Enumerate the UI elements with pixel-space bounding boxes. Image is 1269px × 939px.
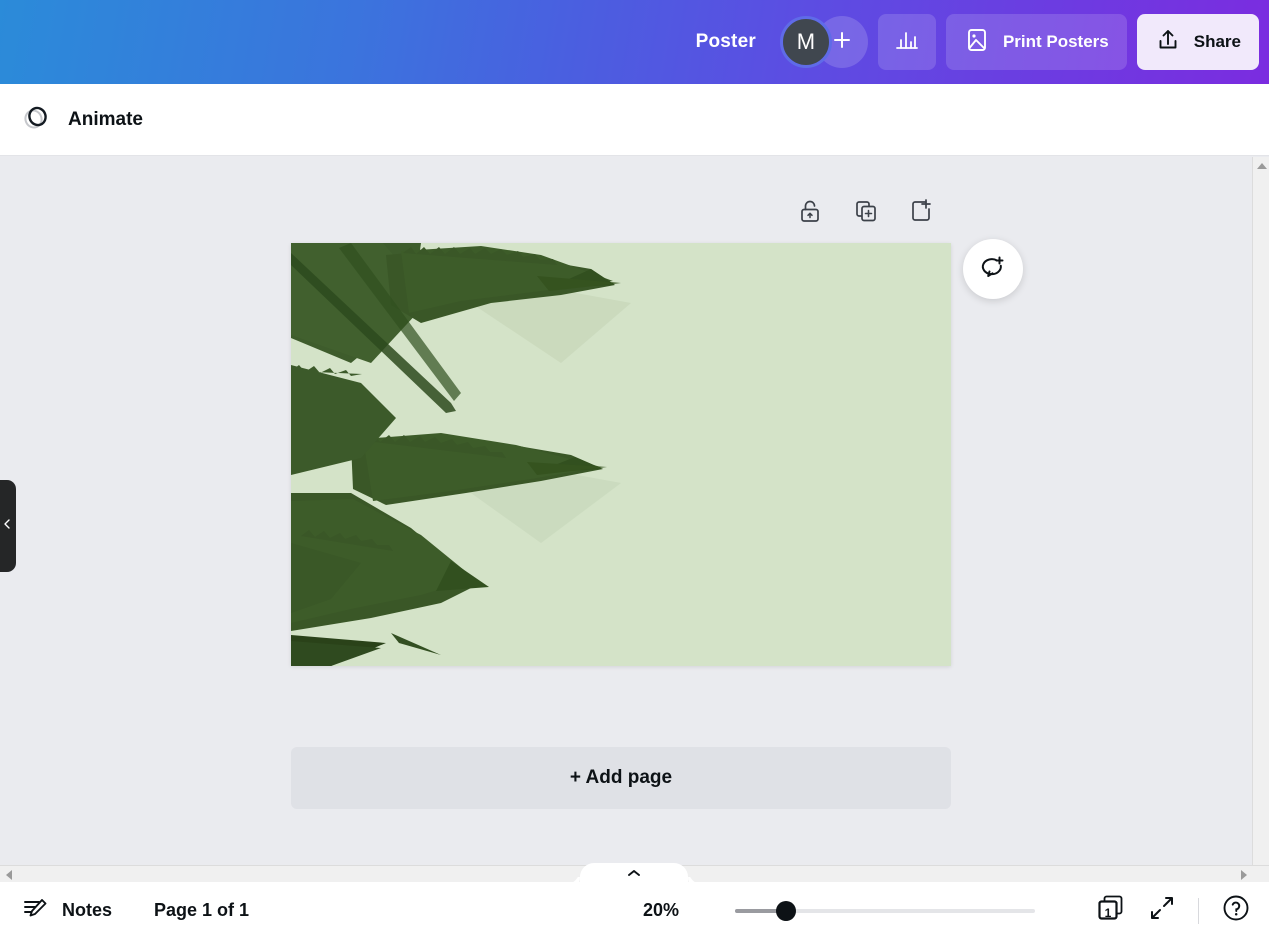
animate-button-label[interactable]: Animate bbox=[68, 109, 143, 131]
chevron-up-icon bbox=[626, 865, 642, 883]
expand-arrows-icon bbox=[1148, 894, 1176, 927]
notes-pencil-icon bbox=[22, 894, 50, 927]
scroll-left-arrow[interactable] bbox=[0, 866, 17, 883]
share-button[interactable]: Share bbox=[1137, 14, 1259, 70]
bar-chart-icon bbox=[894, 27, 920, 58]
expand-panel-handle[interactable] bbox=[580, 863, 688, 885]
leaf-photo bbox=[291, 243, 951, 666]
add-comment-button[interactable] bbox=[963, 239, 1023, 299]
notes-button[interactable]: Notes bbox=[22, 894, 112, 927]
zoom-slider-thumb[interactable] bbox=[776, 901, 796, 921]
add-comment-icon bbox=[978, 252, 1008, 287]
scroll-right-arrow[interactable] bbox=[1235, 866, 1252, 883]
upload-icon bbox=[1155, 27, 1181, 58]
vertical-scrollbar[interactable] bbox=[1252, 157, 1269, 882]
help-circle-icon bbox=[1221, 893, 1251, 928]
share-label: Share bbox=[1194, 32, 1241, 52]
app-header: Poster M Print Posters bbox=[0, 0, 1269, 84]
add-page-icon[interactable] bbox=[907, 196, 937, 226]
scroll-up-arrow[interactable] bbox=[1253, 157, 1269, 174]
page-toolbar bbox=[795, 196, 937, 226]
duplicate-page-icon[interactable] bbox=[851, 196, 881, 226]
page-grid-button[interactable]: 1 bbox=[1096, 896, 1126, 926]
page-count-badge: 1 bbox=[1099, 904, 1117, 922]
zoom-level-label[interactable]: 20% bbox=[643, 900, 679, 921]
add-page-button[interactable]: + Add page bbox=[291, 747, 951, 809]
animate-circles-icon[interactable] bbox=[20, 100, 54, 139]
bottom-bar: Notes Page 1 of 1 20% 1 bbox=[0, 882, 1269, 939]
canvas-area[interactable]: + Add page bbox=[0, 157, 1269, 882]
print-posters-label: Print Posters bbox=[1003, 32, 1109, 52]
help-button[interactable] bbox=[1221, 893, 1251, 928]
avatar[interactable]: M bbox=[780, 16, 832, 68]
editor-toolbar: Animate bbox=[0, 84, 1269, 156]
bottom-bar-right-group: 1 bbox=[1096, 893, 1251, 928]
print-posters-button[interactable]: Print Posters bbox=[946, 14, 1127, 70]
unlock-icon[interactable] bbox=[795, 196, 825, 226]
insights-button[interactable] bbox=[878, 14, 936, 70]
image-icon bbox=[964, 27, 990, 58]
plus-icon bbox=[831, 29, 853, 56]
poster-page[interactable] bbox=[291, 243, 951, 666]
notes-label: Notes bbox=[62, 900, 112, 921]
document-title: Poster bbox=[696, 31, 756, 53]
zoom-slider[interactable] bbox=[735, 909, 1035, 913]
fullscreen-button[interactable] bbox=[1148, 894, 1176, 927]
chevron-left-icon bbox=[1, 517, 13, 535]
side-panel-toggle[interactable] bbox=[0, 480, 16, 572]
zoom-slider-fill bbox=[735, 909, 778, 913]
bottom-bar-divider bbox=[1198, 898, 1199, 924]
page-indicator[interactable]: Page 1 of 1 bbox=[154, 900, 249, 921]
collaborators-group: M bbox=[780, 14, 868, 70]
